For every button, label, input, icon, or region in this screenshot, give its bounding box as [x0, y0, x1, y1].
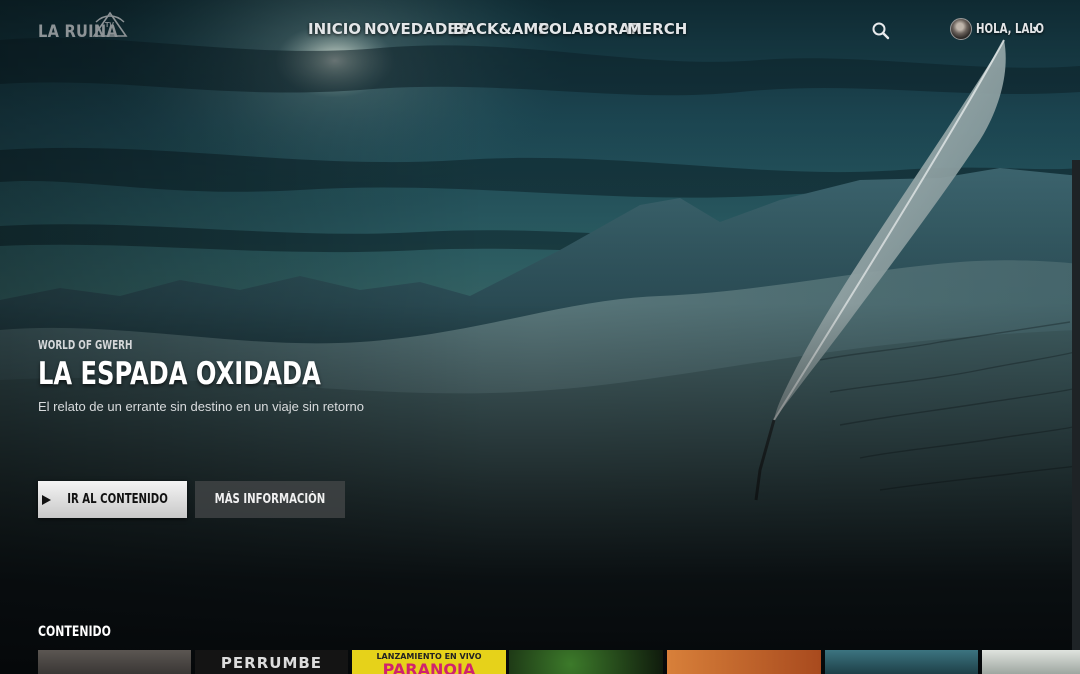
- nav-item-label: INICIO: [308, 20, 362, 38]
- feature-description: El relato de un errante sin destino en u…: [38, 399, 364, 414]
- thumbnail-title: PERRUMBE: [220, 654, 323, 672]
- nav-item-merch[interactable]: MERCH: [627, 20, 687, 39]
- content-section-title: CONTENIDO: [38, 624, 111, 640]
- feature-series-name: WORLD OF GWERH: [38, 338, 133, 352]
- brand-suffix: TV: [105, 22, 114, 29]
- play-icon: [42, 494, 52, 505]
- avatar: [950, 18, 972, 40]
- user-menu[interactable]: HOLA, LALO ▼: [950, 16, 1063, 42]
- nav-item-label: BACK&AMP: [453, 20, 550, 38]
- content-thumbnail[interactable]: [825, 650, 978, 674]
- page-scrollbar[interactable]: [1072, 160, 1080, 674]
- caret-down-icon: ▼: [1031, 24, 1040, 34]
- feature-title: LA ESPADA OXIDADA: [38, 356, 321, 392]
- hero-banner: [0, 0, 1080, 674]
- go-to-content-label: IR AL CONTENIDO: [67, 492, 169, 507]
- content-thumbnail[interactable]: [38, 650, 191, 674]
- content-thumbnail[interactable]: [667, 650, 821, 674]
- thumbnail-title: PARANOIA: [382, 660, 476, 674]
- nav-item-backamp[interactable]: BACK&AMP: [453, 20, 549, 39]
- nav-item-label: MERCH: [627, 20, 688, 38]
- nav-item-inicio[interactable]: INICIO: [308, 20, 361, 39]
- go-to-content-button[interactable]: IR AL CONTENIDO: [38, 481, 187, 518]
- content-thumbnail[interactable]: [509, 650, 663, 674]
- more-info-button[interactable]: MÁS INFORMACIÓN: [195, 481, 345, 518]
- content-thumbnail[interactable]: [982, 650, 1080, 674]
- featured-content: WORLD OF GWERH LA ESPADA OXIDADA El rela…: [38, 338, 538, 414]
- hero-background-image: [0, 0, 1080, 674]
- search-icon[interactable]: [871, 21, 891, 41]
- content-thumbnail[interactable]: PERRUMBE: [195, 650, 348, 674]
- top-navigation-bar: LA RUINA TV INICIO NOVEDADES BACK&AMP CO…: [0, 0, 1080, 64]
- content-thumbnail[interactable]: LANZAMIENTO EN VIVO PARANOIA: [352, 650, 506, 674]
- more-info-label: MÁS INFORMACIÓN: [214, 492, 326, 507]
- brand-logo[interactable]: LA RUINA TV: [38, 10, 138, 46]
- content-carousel: PERRUMBE LANZAMIENTO EN VIVO PARANOIA: [38, 650, 1080, 674]
